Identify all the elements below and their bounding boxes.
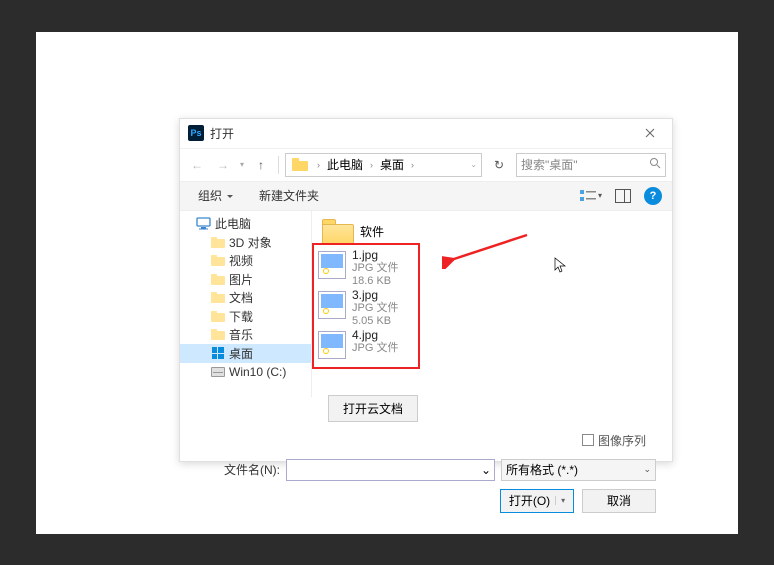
filter-label: 所有格式 (*.*) bbox=[506, 461, 578, 478]
file-list-pane: 软件 1.jpgJPG 文件18.6 KB3.jpgJPG 文件5.05 KB4… bbox=[312, 211, 672, 397]
nav-forward-button[interactable]: → bbox=[212, 154, 234, 176]
chevron-down-icon: ⌄ bbox=[643, 464, 651, 475]
tree-item-label: 图片 bbox=[229, 271, 253, 288]
annotation-box: 1.jpgJPG 文件18.6 KB3.jpgJPG 文件5.05 KB4.jp… bbox=[312, 243, 420, 369]
tree-item-视频[interactable]: 视频 bbox=[180, 252, 311, 271]
tree-item-图片[interactable]: 图片 bbox=[180, 270, 311, 289]
folder-icon bbox=[210, 272, 225, 287]
folder-icon bbox=[210, 253, 225, 268]
tree-item-下载[interactable]: 下载 bbox=[180, 307, 311, 326]
search-placeholder: 搜索"桌面" bbox=[521, 156, 645, 173]
open-button[interactable]: 打开(O) ▾ bbox=[500, 489, 574, 513]
dialog-footer: 图像序列 文件名(N): ⌄ 所有格式 (*.*) ⌄ 打开(O) ▾ 取消 bbox=[180, 422, 672, 523]
file-size: 5.05 KB bbox=[352, 315, 398, 328]
button-row: 打开(O) ▾ 取消 bbox=[190, 489, 662, 513]
nav-up-button[interactable]: ↑ bbox=[250, 154, 272, 176]
nav-bar: ← → ▾ ↑ › 此电脑 › 桌面 › ⌄ ↻ 搜索"桌面" bbox=[180, 149, 672, 181]
view-mode-button[interactable]: ▾ bbox=[580, 186, 602, 206]
refresh-button[interactable]: ↻ bbox=[488, 154, 510, 176]
path-segment[interactable]: 桌面 bbox=[376, 156, 408, 173]
folder-icon bbox=[210, 346, 225, 361]
tree-item-label: Win10 (C:) bbox=[229, 365, 286, 379]
tree-item-文档[interactable]: 文档 bbox=[180, 289, 311, 308]
chevron-right-icon: › bbox=[408, 160, 417, 170]
dialog-title: 打开 bbox=[210, 125, 634, 142]
checkbox-label: 图像序列 bbox=[598, 432, 646, 449]
filename-row: 文件名(N): ⌄ 所有格式 (*.*) ⌄ bbox=[190, 459, 662, 489]
open-button-label: 打开(O) bbox=[509, 492, 550, 509]
image-file-icon bbox=[318, 291, 346, 319]
file-type: JPG 文件 bbox=[352, 302, 398, 315]
path-dropdown[interactable]: ⌄ bbox=[468, 160, 479, 169]
close-button[interactable] bbox=[634, 122, 666, 144]
toolbar: 组织 新建文件夹 ▾ ? bbox=[180, 181, 672, 211]
nav-history-dropdown[interactable]: ▾ bbox=[238, 160, 246, 169]
open-dialog: Ps 打开 ← → ▾ ↑ › 此电脑 › 桌面 › ⌄ bbox=[179, 118, 673, 462]
chevron-right-icon: › bbox=[314, 160, 323, 170]
file-name: 1.jpg bbox=[352, 249, 398, 262]
folder-icon bbox=[210, 290, 225, 305]
organize-button[interactable]: 组织 bbox=[190, 184, 241, 207]
file-type-filter[interactable]: 所有格式 (*.*) ⌄ bbox=[501, 459, 656, 481]
tree-item-label: 此电脑 bbox=[215, 215, 251, 232]
image-file-icon bbox=[318, 251, 346, 279]
tree-item-label: 桌面 bbox=[229, 345, 253, 362]
titlebar: Ps 打开 bbox=[180, 119, 672, 149]
file-item[interactable]: 1.jpgJPG 文件18.6 KB bbox=[318, 247, 414, 287]
disk-icon bbox=[210, 364, 225, 379]
preview-pane-button[interactable] bbox=[612, 186, 634, 206]
tree-item-label: 视频 bbox=[229, 252, 253, 269]
file-name: 4.jpg bbox=[352, 329, 398, 342]
tree-item-label: 音乐 bbox=[229, 326, 253, 343]
nav-back-button[interactable]: ← bbox=[186, 154, 208, 176]
image-file-icon bbox=[318, 331, 346, 359]
folder-icon bbox=[322, 219, 354, 245]
checkbox[interactable] bbox=[582, 434, 594, 446]
file-type: JPG 文件 bbox=[352, 262, 398, 275]
search-input[interactable]: 搜索"桌面" bbox=[516, 153, 666, 177]
filename-input[interactable]: ⌄ bbox=[286, 459, 495, 481]
path-root[interactable] bbox=[288, 158, 314, 171]
file-type: JPG 文件 bbox=[352, 342, 398, 355]
app-icon: Ps bbox=[188, 125, 204, 141]
image-sequence-option[interactable]: 图像序列 bbox=[190, 428, 662, 459]
tree-item-桌面[interactable]: 桌面 bbox=[180, 344, 311, 363]
folder-icon bbox=[292, 158, 308, 171]
open-cloud-button[interactable]: 打开云文档 bbox=[328, 395, 418, 422]
file-item[interactable]: 4.jpgJPG 文件 bbox=[318, 327, 414, 367]
chevron-down-icon: ▾ bbox=[555, 496, 565, 505]
tree-item-3D 对象[interactable]: 3D 对象 bbox=[180, 233, 311, 252]
tree-item-Win10 (C:)[interactable]: Win10 (C:) bbox=[180, 363, 311, 382]
divider bbox=[278, 156, 279, 174]
folder-icon bbox=[210, 309, 225, 324]
body: 此电脑3D 对象视频图片文档下载音乐桌面Win10 (C:) 软件 1.jpgJ… bbox=[180, 211, 672, 397]
file-size: 18.6 KB bbox=[352, 275, 398, 288]
cancel-button[interactable]: 取消 bbox=[582, 489, 656, 513]
sidebar: 此电脑 3D 对象视频图片文档下载音乐桌面 Win10 (C:) bbox=[180, 211, 312, 397]
file-item[interactable]: 3.jpgJPG 文件5.05 KB bbox=[318, 287, 414, 327]
cloud-button-row: 打开云文档 bbox=[180, 395, 672, 422]
help-button[interactable]: ? bbox=[644, 187, 662, 205]
folder-icon bbox=[210, 235, 225, 250]
folder-icon bbox=[210, 327, 225, 342]
tree-item-label: 文档 bbox=[229, 289, 253, 306]
tree-item-label: 下载 bbox=[229, 308, 253, 325]
file-name: 3.jpg bbox=[352, 289, 398, 302]
tree-item-label: 3D 对象 bbox=[229, 234, 272, 251]
path-segment[interactable]: 此电脑 bbox=[323, 156, 367, 173]
tree-item-此电脑[interactable]: 此电脑 bbox=[180, 215, 311, 234]
chevron-right-icon: › bbox=[367, 160, 376, 170]
filename-label: 文件名(N): bbox=[190, 461, 280, 478]
pc-icon bbox=[196, 216, 211, 231]
folder-label: 软件 bbox=[360, 223, 384, 240]
tree-item-音乐[interactable]: 音乐 bbox=[180, 326, 311, 345]
new-folder-button[interactable]: 新建文件夹 bbox=[251, 184, 327, 207]
path-box[interactable]: › 此电脑 › 桌面 › ⌄ bbox=[285, 153, 482, 177]
chevron-down-icon[interactable]: ⌄ bbox=[478, 460, 494, 480]
search-icon bbox=[649, 157, 661, 172]
